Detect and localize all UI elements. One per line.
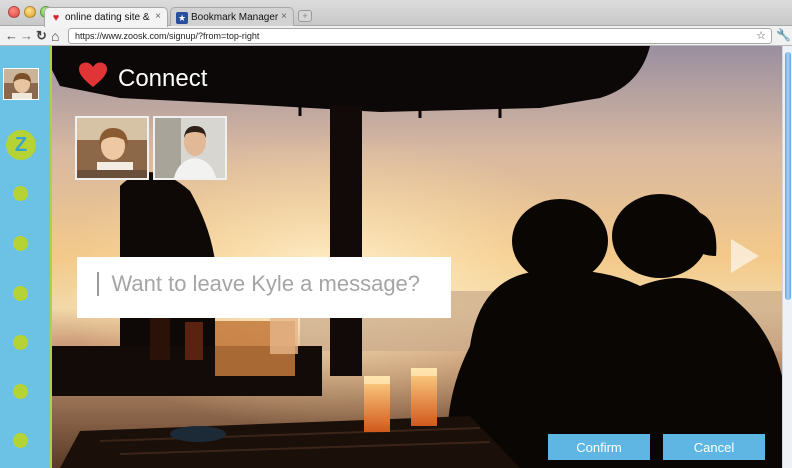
match-photo-woman[interactable] [75, 116, 149, 180]
sidebar-nav-dot[interactable] [13, 384, 28, 399]
new-tab-button[interactable]: + [298, 10, 312, 22]
scrollbar-thumb[interactable] [785, 52, 791, 300]
page-title: Connect [118, 65, 208, 92]
window-minimize-icon[interactable] [24, 6, 36, 18]
sidebar-nav-dot[interactable] [13, 286, 28, 301]
message-input[interactable] [111, 271, 432, 297]
browser-tab-bar: ♥ online dating site & × ★ Bookmark Mana… [0, 0, 792, 27]
heart-favicon-icon: ♥ [52, 12, 60, 24]
window-close-icon[interactable] [8, 6, 20, 18]
vertical-scrollbar[interactable] [782, 46, 792, 468]
sidebar-nav-dot[interactable] [13, 335, 28, 350]
confirm-button[interactable]: Confirm [548, 434, 650, 460]
tab-close-icon[interactable]: × [155, 11, 161, 22]
user-avatar[interactable] [3, 68, 39, 100]
browser-toolbar: ← → ↻ ⌂ https://www.zoosk.com/signup/?fr… [0, 26, 792, 46]
text-cursor [97, 272, 99, 296]
forward-arrow-icon[interactable]: → [20, 28, 33, 44]
reload-icon[interactable]: ↻ [36, 28, 47, 44]
bookmark-star-icon[interactable]: ☆ [756, 29, 766, 42]
address-bar[interactable]: https://www.zoosk.com/signup/?from=top-r… [68, 28, 772, 44]
avatar-photo [4, 69, 38, 99]
bookmark-star-favicon-icon: ★ [176, 12, 188, 24]
url-text: https://www.zoosk.com/signup/?from=top-r… [75, 31, 260, 41]
home-icon[interactable]: ⌂ [51, 28, 59, 44]
tab-label: Bookmark Manager [191, 12, 279, 23]
message-box [77, 257, 451, 318]
tab-online-dating[interactable]: ♥ online dating site & × [44, 7, 168, 27]
cancel-button[interactable]: Cancel [663, 434, 765, 460]
tab-label: online dating site & [65, 12, 150, 23]
tab-bookmark-manager[interactable]: ★ Bookmark Manager × [170, 7, 294, 27]
left-sidebar: Z [0, 46, 52, 468]
woman-photo [77, 118, 147, 178]
sidebar-nav-dot[interactable] [13, 433, 28, 448]
man-photo [155, 118, 225, 178]
wrench-menu-icon[interactable]: 🔧 [776, 28, 791, 42]
tab-close-icon[interactable]: × [281, 11, 287, 22]
zoosk-logo-icon[interactable]: Z [6, 130, 36, 160]
sidebar-nav-dot[interactable] [13, 186, 28, 201]
match-photo-man[interactable] [153, 116, 227, 180]
page-content: Z Connect Want to leave Kyle a message? … [0, 46, 792, 468]
back-arrow-icon[interactable]: ← [5, 28, 18, 44]
next-arrow-icon[interactable] [728, 236, 762, 276]
sidebar-nav-dot[interactable] [13, 236, 28, 251]
heart-logo-icon [79, 62, 107, 87]
